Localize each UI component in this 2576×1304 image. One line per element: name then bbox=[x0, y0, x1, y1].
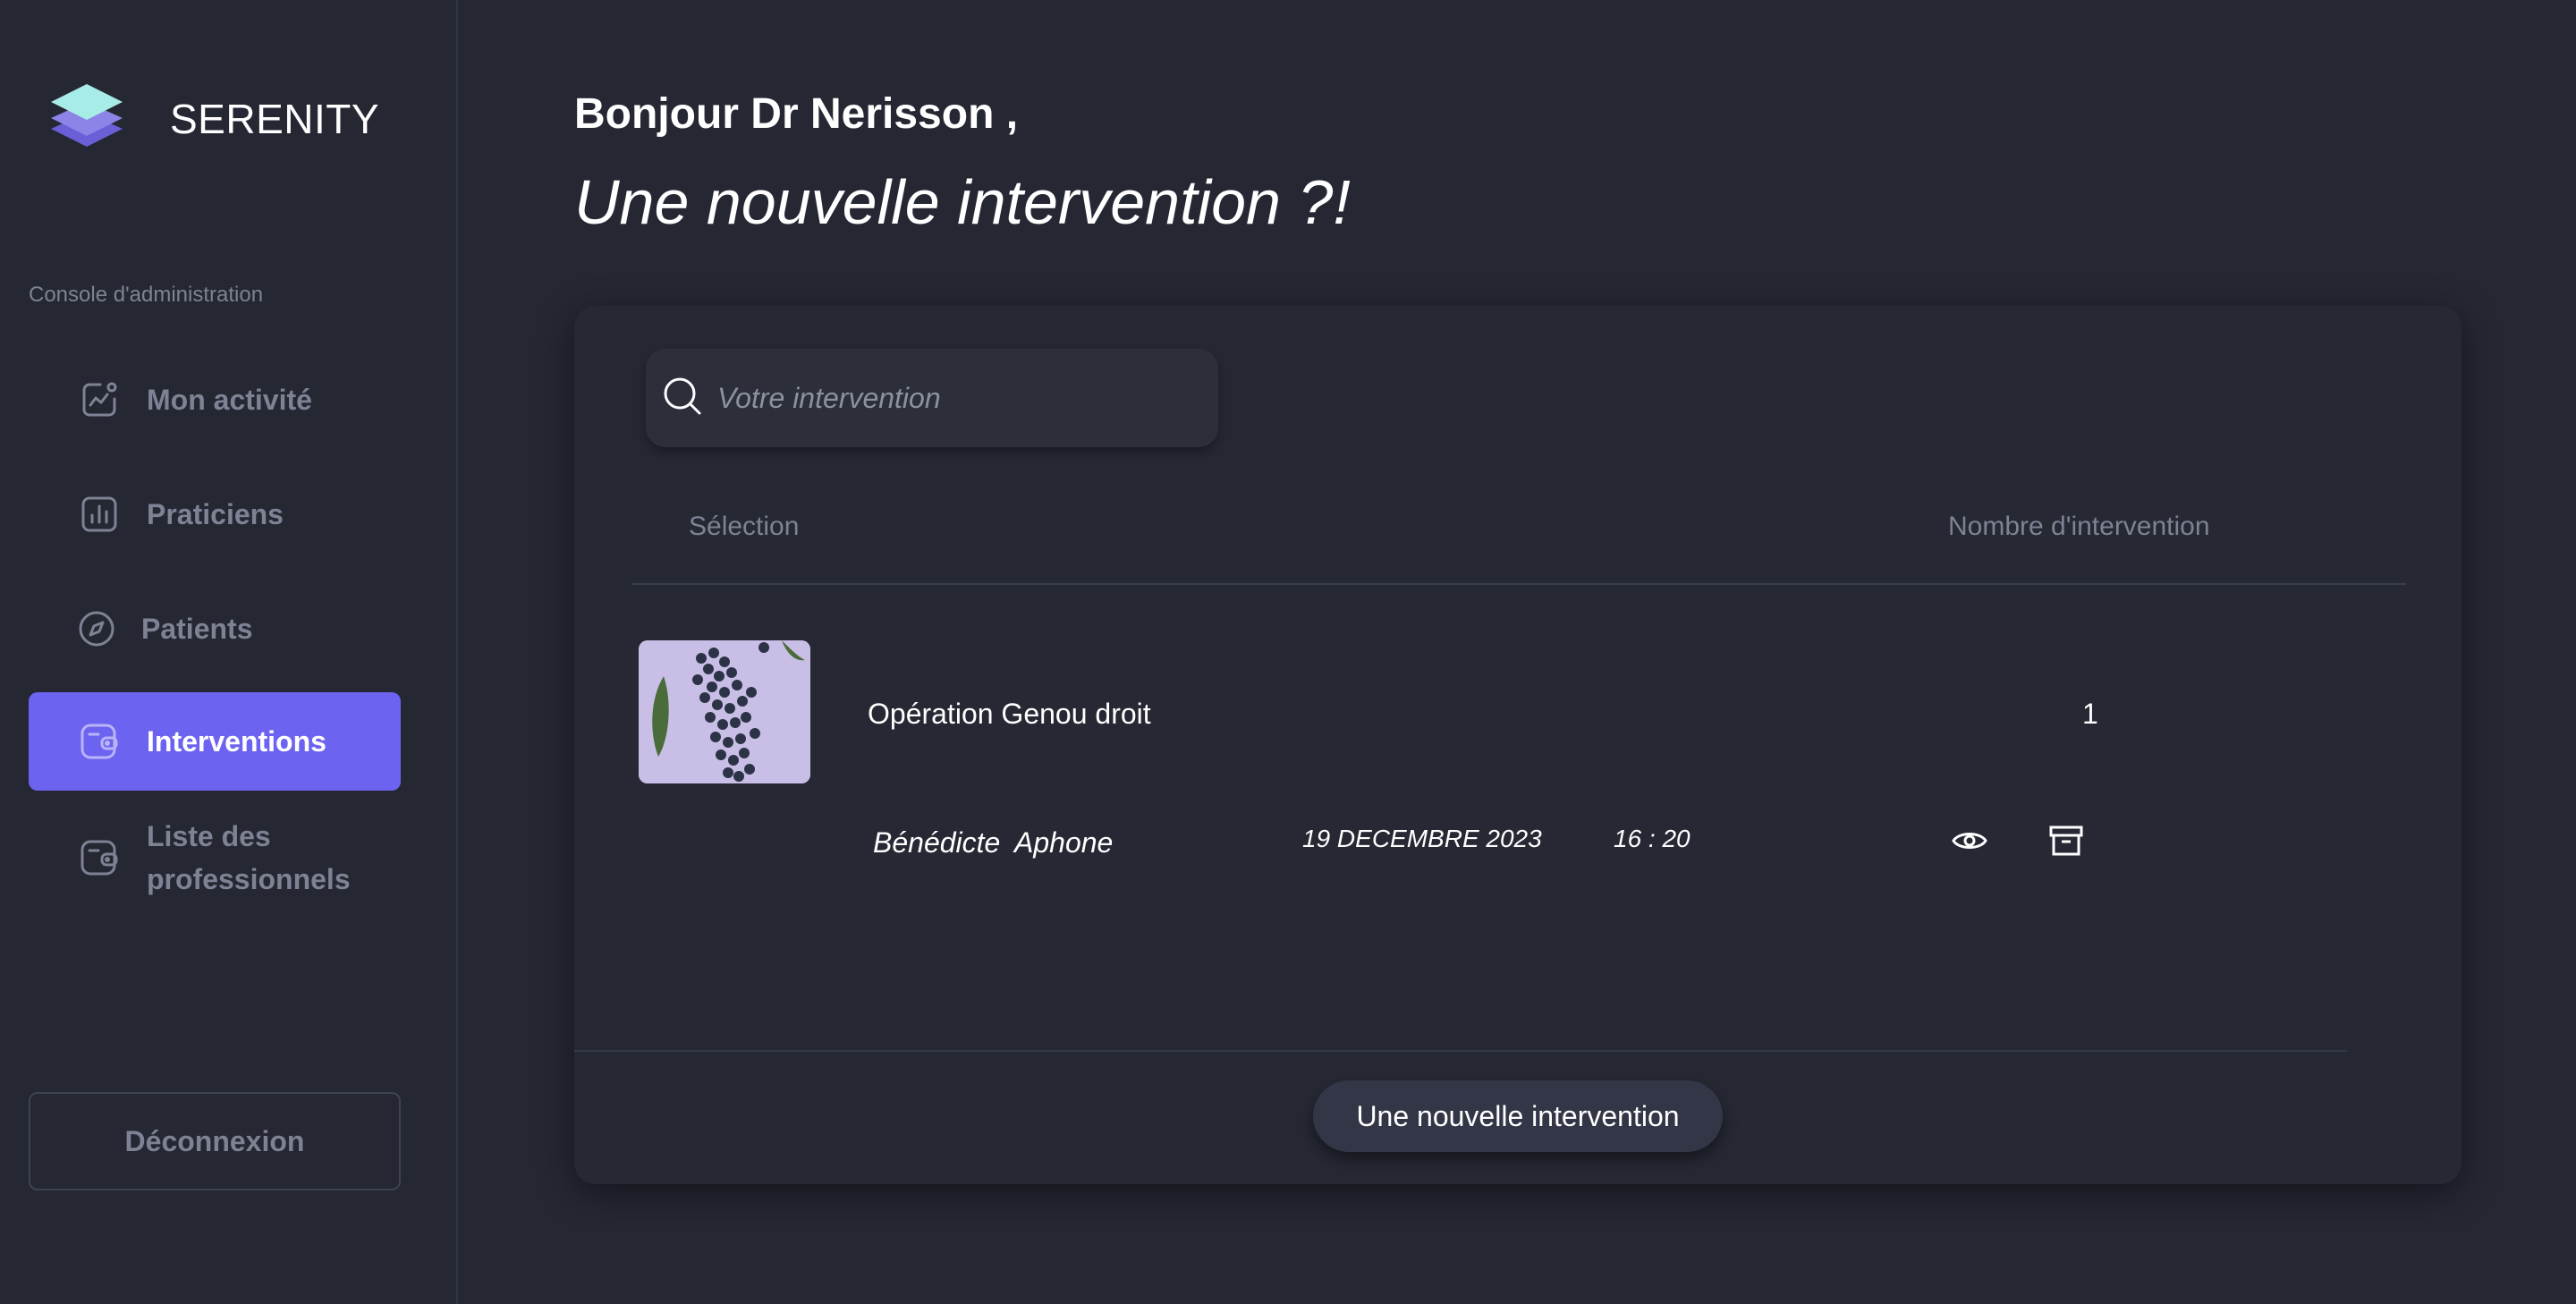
sidebar-item-label: Interventions bbox=[147, 724, 326, 758]
search-box[interactable] bbox=[646, 349, 1218, 447]
new-intervention-button[interactable]: Une nouvelle intervention bbox=[1313, 1080, 1723, 1152]
eye-icon bbox=[1952, 828, 1987, 858]
bar-chart-icon bbox=[77, 492, 122, 537]
wallet-icon bbox=[77, 835, 122, 880]
intervention-count: 1 bbox=[2082, 698, 2098, 730]
console-section-label: Console d'administration bbox=[29, 283, 264, 307]
greeting: Bonjour Dr Nerisson , bbox=[574, 90, 1019, 138]
brand[interactable]: SERENITY bbox=[50, 82, 379, 155]
activity-chart-icon bbox=[77, 377, 122, 422]
archive-button[interactable] bbox=[2046, 823, 2086, 862]
brand-name: SERENITY bbox=[170, 95, 380, 142]
page-title: Une nouvelle intervention ?! bbox=[574, 167, 1351, 237]
logout-button[interactable]: Déconnexion bbox=[29, 1092, 401, 1190]
layers-logo-icon bbox=[50, 82, 123, 155]
intervention-thumbnail bbox=[639, 640, 810, 783]
footer-divider bbox=[574, 1050, 2347, 1052]
search-icon bbox=[662, 376, 703, 421]
sidebar-item-liste-des-professionnels[interactable]: Liste des professionnels bbox=[29, 809, 401, 907]
header-divider bbox=[631, 583, 2406, 585]
sidebar-item-patients[interactable]: Patients bbox=[29, 580, 401, 678]
intervention-title: Opération Genou droit bbox=[868, 698, 1151, 730]
wallet-icon bbox=[77, 719, 122, 764]
sidebar-item-interventions[interactable]: Interventions bbox=[29, 692, 401, 791]
column-header-count: Nombre d'intervention bbox=[1948, 512, 2210, 541]
sidebar-item-label: Patients bbox=[141, 612, 253, 645]
view-button[interactable] bbox=[1950, 823, 1989, 862]
sidebar-item-praticiens[interactable]: Praticiens bbox=[29, 465, 401, 563]
compass-icon bbox=[77, 606, 116, 651]
sidebar-item-label: Liste des professionnels bbox=[147, 820, 351, 895]
archive-icon bbox=[2049, 825, 2083, 861]
interventions-card: Sélection Nombre d'intervention Opératio… bbox=[574, 306, 2462, 1184]
patient-last-name: Aphone bbox=[1014, 826, 1114, 859]
sidebar-item-label: Mon activité bbox=[147, 383, 312, 416]
search-input[interactable] bbox=[716, 380, 1184, 416]
column-header-selection: Sélection bbox=[689, 512, 800, 541]
intervention-time: 16 : 20 bbox=[1614, 825, 1690, 852]
patient-first-name: Bénédicte bbox=[873, 826, 1001, 859]
intervention-date: 19 DECEMBRE 2023 bbox=[1302, 825, 1542, 852]
sidebar-item-label: Praticiens bbox=[147, 497, 284, 530]
sidebar: SERENITY Console d'administration Mon ac… bbox=[0, 0, 458, 1304]
sidebar-item-mon-activite[interactable]: Mon activité bbox=[29, 351, 401, 449]
